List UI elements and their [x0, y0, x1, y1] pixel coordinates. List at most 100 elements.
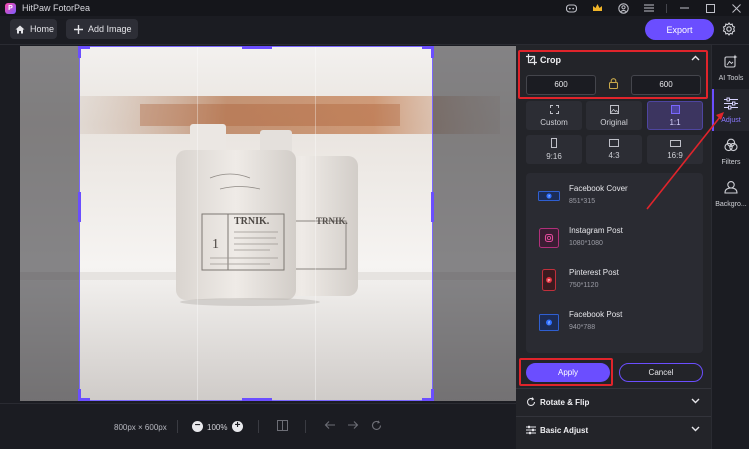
image-dimensions: 800px × 600px	[114, 423, 167, 432]
sidebar-item-filters[interactable]: Filters	[712, 131, 749, 173]
crop-handle-top-right[interactable]	[431, 46, 434, 58]
close-icon[interactable]	[729, 1, 743, 15]
sidebar-item-adjust[interactable]: Adjust	[712, 89, 749, 131]
edit-panel: Crop 600 600 Custom Original 1:1 9:16 4:…	[516, 45, 711, 449]
crop-handle-top[interactable]	[242, 46, 272, 49]
ratio-16-9-button[interactable]: 16:9	[647, 135, 703, 164]
add-image-button[interactable]: Add Image	[66, 19, 138, 39]
titlebar-divider	[666, 3, 667, 13]
facebook-icon: f	[538, 311, 560, 333]
portrait-icon	[551, 138, 557, 150]
bottom-divider	[258, 420, 259, 433]
active-indicator	[712, 89, 714, 131]
app-logo-icon: P	[5, 2, 16, 14]
social-preset-list: f Facebook Cover 851*315 Instagram Post …	[526, 173, 703, 353]
ratio-label: 9:16	[546, 152, 562, 161]
sidebar-item-ai-tools[interactable]: AI Tools	[712, 47, 749, 89]
zoom-out-button[interactable]: −	[192, 421, 203, 432]
minimize-icon[interactable]	[677, 1, 691, 15]
app-title: HitPaw FotorPea	[22, 3, 91, 13]
preset-size: 851*315	[569, 198, 596, 205]
preset-instagram-post[interactable]: Instagram Post 1080*1080	[526, 217, 703, 259]
preset-name: Facebook Cover	[569, 184, 628, 193]
crop-handle-bottom-right[interactable]	[431, 389, 434, 401]
original-image-icon	[609, 104, 619, 116]
preset-name: Instagram Post	[569, 226, 623, 235]
redo-arrow-icon[interactable]	[346, 420, 359, 433]
sidebar-label: Adjust	[721, 116, 741, 124]
reset-icon[interactable]	[370, 420, 383, 433]
crop-shade-right	[433, 46, 521, 401]
rotate-flip-section[interactable]: Rotate & Flip	[516, 388, 711, 416]
user-icon[interactable]	[616, 1, 630, 15]
chevron-down-icon[interactable]	[691, 424, 700, 435]
basic-adjust-title: Basic Adjust	[540, 426, 589, 435]
preset-name: Facebook Post	[569, 310, 623, 319]
chevron-down-icon[interactable]	[691, 396, 700, 407]
export-button[interactable]: Export	[645, 19, 714, 40]
preset-size: 750*1120	[569, 282, 599, 289]
ratio-label: Custom	[540, 117, 568, 127]
adjust-icon	[526, 425, 536, 438]
basic-adjust-section[interactable]: Basic Adjust	[516, 416, 711, 444]
undo-arrow-icon[interactable]	[323, 420, 336, 433]
menu-icon[interactable]	[642, 1, 656, 15]
sidebar-item-background[interactable]: Backgro...	[712, 173, 749, 215]
landscape-icon	[609, 139, 619, 149]
bottom-divider	[177, 420, 178, 433]
square-icon	[670, 104, 680, 116]
plus-icon	[74, 24, 83, 34]
wide-icon	[669, 139, 681, 149]
canvas-area: TRNIK. TRNIK. 1	[0, 45, 521, 449]
ratio-9-16-button[interactable]: 9:16	[526, 135, 582, 164]
maximize-icon[interactable]	[703, 1, 717, 15]
canvas-bottom-bar: 800px × 600px − 100% +	[0, 403, 516, 449]
rotate-flip-title: Rotate & Flip	[540, 398, 590, 407]
annotation-highlight-apply	[519, 358, 613, 386]
home-icon	[15, 25, 25, 34]
rotate-icon	[526, 397, 536, 410]
custom-crop-icon	[549, 104, 559, 116]
ratio-original-button[interactable]: Original	[586, 101, 642, 130]
ratio-4-3-button[interactable]: 4:3	[586, 135, 642, 164]
zoom-in-button[interactable]: +	[232, 421, 243, 432]
ratio-label: 4:3	[608, 151, 620, 160]
ratio-custom-button[interactable]: Custom	[526, 101, 582, 130]
sidebar-label: Backgro...	[715, 201, 747, 208]
main-toolbar: Home Add Image Export	[0, 16, 749, 45]
zoom-level: 100%	[207, 423, 228, 432]
svg-text:P: P	[547, 278, 550, 283]
preset-pinterest-post[interactable]: P Pinterest Post 750*1120	[526, 259, 703, 301]
crop-grid-line	[315, 47, 316, 400]
ai-tools-icon	[724, 54, 738, 71]
crop-handle-right[interactable]	[431, 192, 434, 222]
ratio-1-1-button[interactable]: 1:1	[647, 101, 703, 130]
add-image-label: Add Image	[88, 24, 132, 34]
preset-facebook-post[interactable]: f Facebook Post 940*788	[526, 301, 703, 343]
preset-facebook-cover[interactable]: f Facebook Cover 851*315	[526, 175, 703, 217]
crown-icon[interactable]	[590, 1, 604, 15]
compare-view-icon[interactable]	[276, 420, 289, 433]
background-icon	[724, 180, 738, 197]
ratio-label: 1:1	[669, 117, 681, 127]
crop-handle-top-left[interactable]	[78, 46, 81, 58]
facebook-icon: f	[538, 185, 560, 207]
sidebar-label: Filters	[721, 159, 741, 166]
cancel-button[interactable]: Cancel	[619, 363, 703, 382]
crop-handle-bottom[interactable]	[242, 398, 272, 401]
sidebar-label: AI Tools	[718, 75, 744, 82]
preset-size: 940*788	[569, 324, 596, 331]
title-bar: P HitPaw FotorPea	[0, 0, 749, 16]
settings-gear-icon[interactable]	[722, 22, 736, 36]
crop-handle-bottom-left[interactable]	[78, 389, 81, 401]
home-button[interactable]: Home	[10, 19, 57, 39]
adjust-sliders-icon	[724, 97, 738, 113]
crop-handle-left[interactable]	[78, 192, 81, 222]
discord-icon[interactable]	[564, 1, 578, 15]
preset-name: Pinterest Post	[569, 268, 619, 277]
crop-frame[interactable]	[78, 46, 434, 401]
ratio-label: Original	[600, 117, 628, 127]
tool-sidebar: AI Tools Adjust Filters Backgro...	[711, 45, 749, 449]
bottom-divider	[305, 420, 306, 433]
image-canvas[interactable]: TRNIK. TRNIK. 1	[20, 46, 521, 401]
